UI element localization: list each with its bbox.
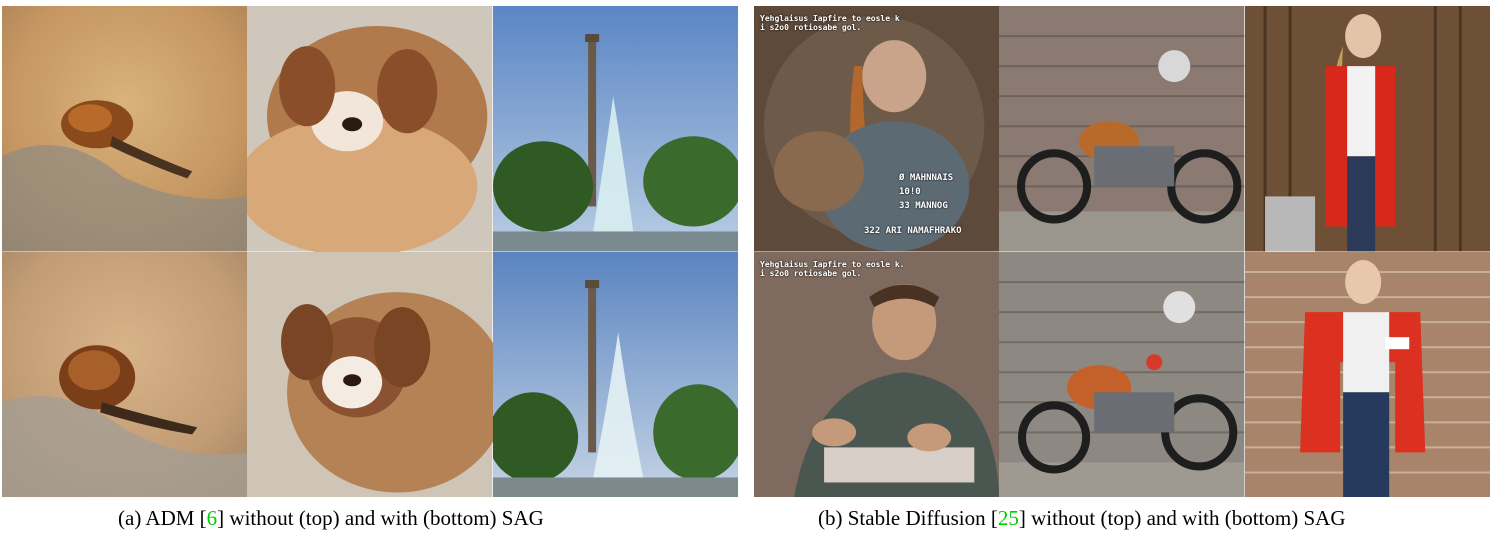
citation-ref-6[interactable]: 6	[207, 506, 218, 530]
caption-adm-rest: ] without (top) and with (bottom) SAG	[217, 506, 544, 530]
caption-adm: (a) ADM [6] without (top) and with (bott…	[118, 506, 544, 531]
sd-woman-top-image	[1244, 6, 1490, 252]
sd-bottom-header-line1: Yehglaisus Iapfire to eosle k.	[760, 259, 905, 269]
adm-dog-bottom-image	[247, 251, 493, 497]
adm-fountain-bottom-image	[492, 251, 738, 497]
caption-adm-label: (a) ADM [	[118, 506, 207, 530]
sd-man-top-image: Yehglaisus Iapfire to eosle k i s2o0 rot…	[754, 6, 1000, 252]
sd-top-body-line1: Ø MAHNNAIS	[899, 173, 954, 183]
sd-woman-bottom-image	[1244, 251, 1490, 497]
caption-sd-label: (b) Stable Diffusion [	[818, 506, 998, 530]
citation-ref-25[interactable]: 25	[998, 506, 1019, 530]
sd-man-bottom-image: Yehglaisus Iapfire to eosle k. i s2o0 ro…	[754, 251, 1000, 497]
caption-stable-diffusion: (b) Stable Diffusion [25] without (top) …	[818, 506, 1345, 531]
sd-top-header-line1: Yehglaisus Iapfire to eosle k	[760, 14, 900, 23]
sd-bottom-header-line2: i s2o0 rotiosabe gol.	[760, 268, 862, 278]
sd-motorcycle-top-image	[999, 6, 1245, 252]
adm-dog-top-image	[247, 6, 493, 252]
adm-snail-bottom-image	[2, 251, 248, 497]
sd-top-header-line2: i s2o0 rotiosabe gol.	[760, 23, 862, 32]
adm-fountain-top-image	[492, 6, 738, 252]
sd-top-body-line3: 33 MANNOG	[899, 201, 948, 211]
sd-top-body-line4: 322 ARI NAMAFHRAKO	[864, 226, 962, 236]
adm-snail-top-image	[2, 6, 248, 252]
sd-motorcycle-bottom-image	[999, 251, 1245, 497]
stable-diffusion-image-grid: Yehglaisus Iapfire to eosle k i s2o0 rot…	[754, 6, 1490, 497]
sd-top-body-line2: 10!0	[899, 187, 921, 197]
caption-sd-rest: ] without (top) and with (bottom) SAG	[1018, 506, 1346, 530]
adm-image-grid	[2, 6, 738, 497]
